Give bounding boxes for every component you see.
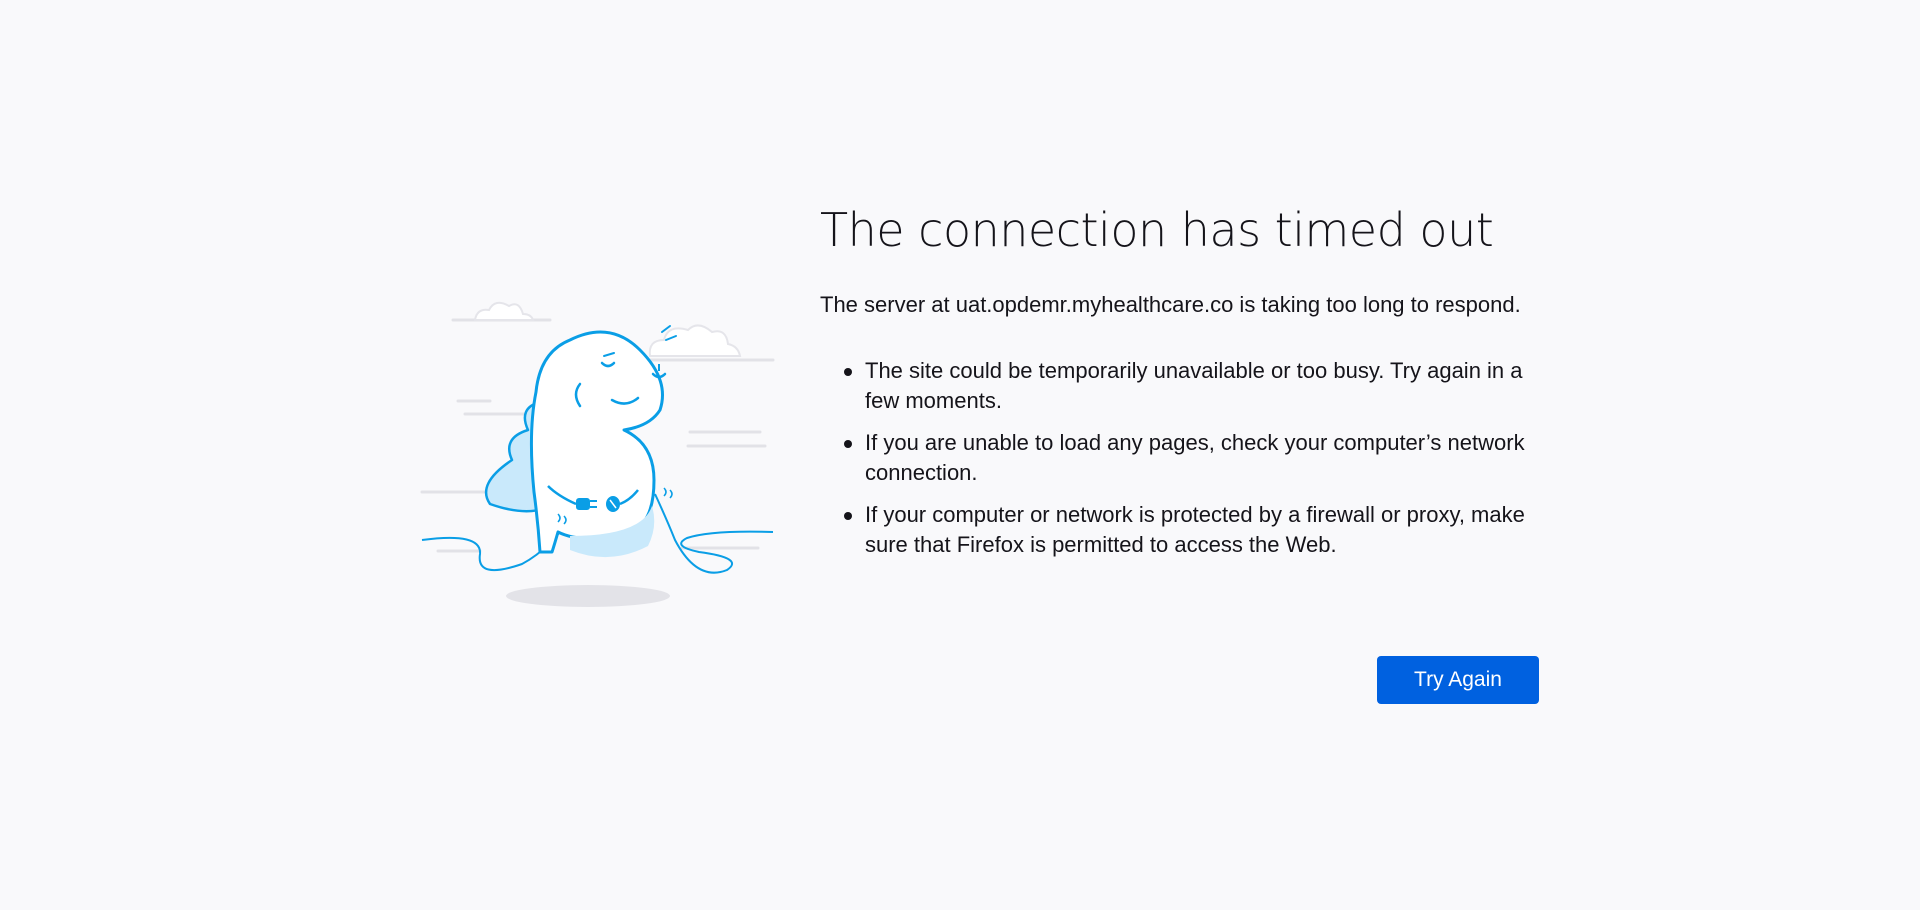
reason-text: If your computer or network is protected… xyxy=(865,502,1525,557)
try-again-button[interactable]: Try Again xyxy=(1377,656,1539,704)
list-item: If your computer or network is protected… xyxy=(844,500,1540,560)
bullet-icon xyxy=(844,368,852,376)
reason-text: The site could be temporarily unavailabl… xyxy=(865,358,1523,413)
reason-text: If you are unable to load any pages, che… xyxy=(865,430,1525,485)
cable-right xyxy=(654,493,774,574)
bullet-icon xyxy=(844,512,852,520)
unplugged-dinosaur-illustration xyxy=(420,301,775,607)
ground-shadow xyxy=(506,585,670,607)
error-title: The connection has timed out xyxy=(820,203,1494,257)
bullet-icon xyxy=(844,440,852,448)
error-intro: The server at uat.opdemr.myhealthcare.co… xyxy=(820,292,1521,317)
error-reasons-list: The site could be temporarily unavailabl… xyxy=(820,356,1540,560)
error-content: The connection has timed out The server … xyxy=(820,200,1540,572)
list-item: If you are unable to load any pages, che… xyxy=(844,428,1540,488)
error-page: The connection has timed out The server … xyxy=(0,0,1920,910)
dino-body xyxy=(529,330,664,554)
list-item: The site could be temporarily unavailabl… xyxy=(844,356,1540,416)
